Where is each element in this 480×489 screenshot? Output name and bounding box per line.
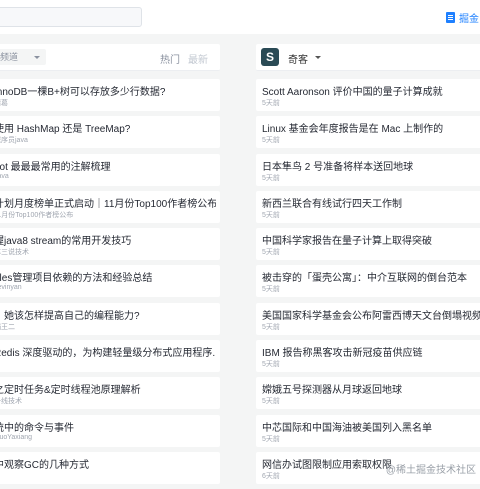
- article-meta: 5天前: [262, 286, 280, 294]
- juejin-link[interactable]: 掘金: [446, 9, 479, 25]
- list-item[interactable]: ales管理项目依赖的方法和经验总结kevinyan: [0, 265, 220, 298]
- article-meta: GuoYaxiang: [0, 433, 33, 441]
- article-title[interactable]: 之定时任务&定时线程池原理解析: [0, 381, 216, 396]
- article-meta: kevinyan: [0, 284, 22, 292]
- list-item[interactable]: InnoDB一棵B+树可以存放多少行数据? 诸葛: [0, 79, 220, 111]
- article-meta: 蜗王二: [0, 323, 15, 331]
- list-item[interactable]: 握java8 stream的常用开发技巧苏三说技术: [0, 228, 220, 261]
- article-title[interactable]: 嫦娥五号探测器从月球返回地球: [262, 381, 480, 396]
- list-item[interactable]: 中观察GC的几种方式: [0, 451, 220, 484]
- list-item[interactable]: IBM 报告称黑客攻击新冠疫苗供应链 5天前: [256, 340, 480, 373]
- tab-newest[interactable]: 最新: [188, 51, 208, 66]
- article-title[interactable]: 新西兰联合有线试行四天工作制: [262, 195, 480, 210]
- article-title[interactable]: oot 最最最常用的注解梳理: [0, 158, 216, 173]
- article-title[interactable]: Scott Aaronson 评价中国的量子计算成就: [262, 83, 480, 98]
- article-title[interactable]: 被击穿的「蛋壳公寓」：中介互联网的倒台范本: [262, 269, 480, 284]
- article-meta: 程序员java: [0, 137, 28, 145]
- article-title[interactable]: 计划月度榜单正式启动｜11月份Top100作者榜公布: [0, 195, 216, 210]
- article-title[interactable]: 握java8 stream的常用开发技巧: [0, 232, 216, 247]
- article-title[interactable]: 中观察GC的几种方式: [0, 456, 216, 471]
- right-column-header: S 奇客: [256, 44, 480, 71]
- list-item[interactable]: Redis 深度驱动的，为构建轻量级分布式应用程序...: [0, 340, 220, 373]
- list-item[interactable]: 美国国家科学基金会公布阿雷西博天文台倒塌视频 5天前: [256, 302, 480, 335]
- document-icon: [446, 11, 455, 23]
- article-title[interactable]: 中芯国际和中国海油被美国列入黑名单: [262, 419, 480, 434]
- list-item[interactable]: 中芯国际和中国海油被美国列入黑名单 5天前: [256, 414, 480, 447]
- right-column: S 奇客 Scott Aaronson 评价中国的量子计算成就 5天前 Linux …: [256, 44, 480, 489]
- right-article-list: Scott Aaronson 评价中国的量子计算成就 5天前 Linux 基金会年度…: [256, 79, 480, 484]
- article-title[interactable]: 使用 HashMap 还是 TreeMap?: [0, 120, 216, 135]
- article-meta: 5天前: [262, 174, 280, 182]
- article-title[interactable]: ，她该怎样提高自己的编程能力?: [0, 307, 216, 322]
- article-meta: 5天前: [262, 100, 280, 107]
- list-item[interactable]: ，她该怎样提高自己的编程能力?蜗王二: [0, 302, 220, 335]
- list-item[interactable]: 日本隼鸟 2 号准备将样本送回地球 5天前: [256, 153, 480, 186]
- list-item[interactable]: Linux 基金会年度报告是在 Mac 上制作的 5天前: [256, 116, 480, 149]
- article-title[interactable]: InnoDB一棵B+树可以存放多少行数据?: [0, 83, 216, 98]
- channel-select-label: 频道: [0, 52, 19, 62]
- left-column-header: 频道 热门 最新: [0, 44, 220, 71]
- source-logo: S: [261, 48, 279, 66]
- list-item[interactable]: 使用 HashMap 还是 TreeMap? 程序员java: [0, 116, 220, 149]
- list-item[interactable]: Scott Aaronson 评价中国的量子计算成就 5天前: [256, 79, 480, 111]
- top-bar: 掘金: [0, 0, 480, 34]
- watermark: @稀土掘金技术社区: [385, 465, 476, 476]
- left-column: 频道 热门 最新 InnoDB一棵B+树可以存放多少行数据? 诸葛使用 HashM…: [0, 44, 220, 489]
- article-title[interactable]: 中国科学家报告在量子计算上取得突破: [262, 232, 480, 247]
- list-item[interactable]: 之定时任务&定时线程池原理解析一线技术: [0, 377, 220, 410]
- article-meta: 诸葛: [0, 100, 8, 107]
- list-item[interactable]: 新西兰联合有线试行四天工作制 5天前: [256, 190, 480, 223]
- article-title[interactable]: ales管理项目依赖的方法和经验总结: [0, 269, 216, 284]
- article-meta: 6天前: [262, 472, 280, 480]
- article-title[interactable]: Redis 深度驱动的，为构建轻量级分布式应用程序...: [0, 344, 216, 359]
- left-article-list: InnoDB一棵B+树可以存放多少行数据? 诸葛使用 HashMap 还是 Tre…: [0, 79, 220, 484]
- article-title[interactable]: Linux 基金会年度报告是在 Mac 上制作的: [262, 120, 480, 135]
- search-input[interactable]: [0, 7, 142, 27]
- list-item[interactable]: 计划月度榜单正式启动｜11月份Top100作者榜公布 11月份Top100作者榜公…: [0, 190, 220, 223]
- chevron-down-icon: [34, 56, 40, 59]
- juejin-link-label: 掘金: [459, 13, 479, 25]
- list-item[interactable]: 统中的命令与事件GuoYaxiang: [0, 414, 220, 447]
- channel-select[interactable]: 频道: [0, 49, 46, 65]
- article-meta: Java: [0, 172, 9, 180]
- article-meta: 5天前: [262, 323, 280, 331]
- article-title[interactable]: IBM 报告称黑客攻击新冠疫苗供应链: [262, 344, 480, 359]
- list-item[interactable]: 中国科学家报告在量子计算上取得突破 5天前: [256, 228, 480, 261]
- article-meta: 5天前: [262, 211, 280, 219]
- article-meta: 5天前: [262, 249, 280, 257]
- article-meta: 苏三说技术: [0, 249, 29, 257]
- article-meta: 一线技术: [0, 398, 22, 406]
- chevron-down-icon[interactable]: [315, 56, 321, 59]
- article-title[interactable]: 日本隼鸟 2 号准备将样本送回地球: [262, 158, 480, 173]
- list-item[interactable]: 被击穿的「蛋壳公寓」：中介互联网的倒台范本 5天前: [256, 265, 480, 298]
- article-meta: 5天前: [262, 137, 280, 145]
- article-title[interactable]: 美国国家科学基金会公布阿雷西博天文台倒塌视频: [262, 307, 480, 322]
- source-name[interactable]: 奇客: [288, 51, 308, 66]
- tab-hot[interactable]: 热门: [160, 51, 180, 66]
- list-item[interactable]: 嫦娥五号探测器从月球返回地球 5天前: [256, 377, 480, 410]
- list-item[interactable]: oot 最最最常用的注解梳理Java: [0, 153, 220, 186]
- article-meta: 5天前: [262, 435, 280, 443]
- article-title[interactable]: 统中的命令与事件: [0, 419, 216, 434]
- article-meta: 5天前: [262, 361, 280, 369]
- article-meta: 5天前: [262, 398, 280, 406]
- article-meta: 11月份Top100作者榜公布: [0, 211, 74, 219]
